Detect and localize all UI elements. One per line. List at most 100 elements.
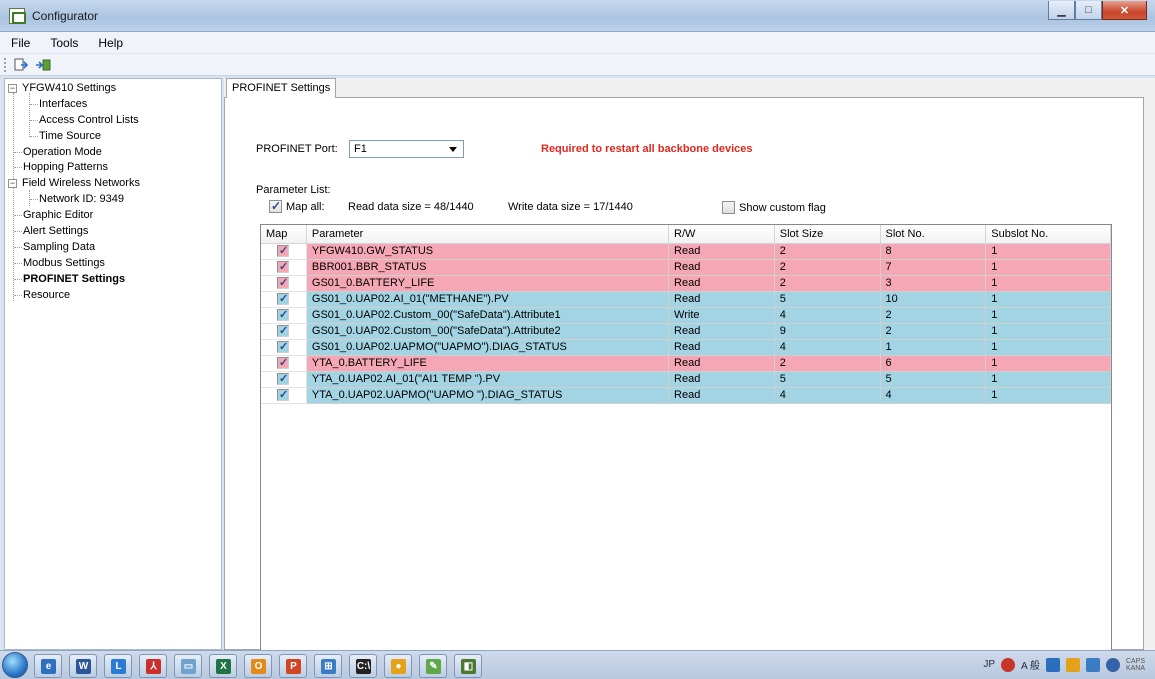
parameter-cell[interactable]: GS01_0.UAP02.Custom_00("SafeData").Attri…	[306, 308, 670, 324]
menu-tools[interactable]: Tools	[47, 34, 81, 52]
map-cell[interactable]	[261, 388, 307, 404]
taskbar-item[interactable]: W	[69, 654, 97, 678]
tree-item-hopping-patterns[interactable]: Hopping Patterns	[23, 160, 108, 175]
map-cell[interactable]	[261, 260, 307, 276]
slot-size-cell[interactable]: 4	[774, 340, 881, 356]
rw-cell[interactable]: Read	[669, 340, 775, 356]
header-slot-size[interactable]: Slot Size	[775, 225, 881, 243]
slot-no-cell[interactable]: 7	[880, 260, 987, 276]
import-button[interactable]	[13, 57, 31, 73]
rw-cell[interactable]: Write	[669, 308, 775, 324]
parameter-cell[interactable]: GS01_0.UAP02.Custom_00("SafeData").Attri…	[306, 324, 670, 340]
ime-indicator[interactable]: A 般	[1021, 657, 1040, 672]
taskbar-item[interactable]: ▭	[174, 654, 202, 678]
tree-item-operation-mode[interactable]: Operation Mode	[23, 145, 102, 160]
map-cell[interactable]	[261, 244, 307, 260]
map-cell[interactable]	[261, 292, 307, 308]
map-cell[interactable]	[261, 340, 307, 356]
slot-size-cell[interactable]: 2	[774, 356, 881, 372]
maximize-button[interactable]: □	[1075, 1, 1102, 20]
map-checkbox[interactable]	[277, 293, 289, 305]
subslot-no-cell[interactable]: 1	[986, 324, 1111, 340]
map-cell[interactable]	[261, 372, 307, 388]
map-checkbox[interactable]	[277, 373, 289, 385]
tree-item-field-wireless-networks[interactable]: − Field Wireless Networks	[8, 176, 140, 191]
slot-no-cell[interactable]: 4	[880, 388, 987, 404]
subslot-no-cell[interactable]: 1	[986, 388, 1111, 404]
collapse-icon[interactable]: −	[8, 179, 17, 188]
tree-item-sampling-data[interactable]: Sampling Data	[23, 240, 95, 255]
taskbar-item[interactable]: e	[34, 654, 62, 678]
rw-cell[interactable]: Read	[669, 324, 775, 340]
parameter-cell[interactable]: BBR001.BBR_STATUS	[306, 260, 670, 276]
tree-item-profinet-settings[interactable]: PROFINET Settings	[23, 272, 125, 287]
language-indicator[interactable]: JP	[983, 659, 995, 670]
map-checkbox[interactable]	[277, 357, 289, 369]
taskbar-item[interactable]: ◧	[454, 654, 482, 678]
tree-item-interfaces[interactable]: Interfaces	[39, 97, 87, 112]
rw-cell[interactable]: Read	[669, 356, 775, 372]
rw-cell[interactable]: Read	[669, 260, 775, 276]
tab-profinet-settings[interactable]: PROFINET Settings	[226, 78, 337, 98]
map-checkbox[interactable]	[277, 261, 289, 273]
header-rw[interactable]: R/W	[669, 225, 775, 243]
show-custom-flag-checkbox[interactable]	[722, 201, 735, 214]
header-slot-no[interactable]: Slot No.	[881, 225, 987, 243]
tree-item-network-id[interactable]: Network ID: 9349	[39, 192, 124, 207]
slot-no-cell[interactable]: 2	[880, 324, 987, 340]
slot-size-cell[interactable]: 5	[774, 372, 881, 388]
table-row[interactable]: YTA_0.BATTERY_LIFERead261	[261, 356, 1111, 372]
taskbar-item[interactable]: ⅄	[139, 654, 167, 678]
map-checkbox[interactable]	[277, 389, 289, 401]
subslot-no-cell[interactable]: 1	[986, 372, 1111, 388]
parameter-cell[interactable]: YTA_0.BATTERY_LIFE	[306, 356, 670, 372]
minimize-button[interactable]: ▁	[1048, 1, 1075, 20]
map-all-checkbox[interactable]	[269, 199, 282, 213]
taskbar-item[interactable]: ✎	[419, 654, 447, 678]
parameter-cell[interactable]: GS01_0.UAP02.AI_01("METHANE").PV	[306, 292, 670, 308]
slot-no-cell[interactable]: 2	[880, 308, 987, 324]
taskbar-item[interactable]: ●	[384, 654, 412, 678]
help-icon[interactable]	[1105, 657, 1120, 672]
tree-item-access-control-lists[interactable]: Access Control Lists	[39, 113, 139, 128]
ime-settings-icon[interactable]	[1045, 657, 1060, 672]
table-row[interactable]: BBR001.BBR_STATUSRead271	[261, 260, 1111, 276]
menu-file[interactable]: File	[8, 34, 33, 52]
header-parameter[interactable]: Parameter	[307, 225, 670, 243]
slot-no-cell[interactable]: 3	[880, 276, 987, 292]
slot-no-cell[interactable]: 1	[880, 340, 987, 356]
map-cell[interactable]	[261, 308, 307, 324]
tree-item-yfgw410-settings[interactable]: − YFGW410 Settings	[8, 81, 116, 96]
map-checkbox[interactable]	[277, 245, 289, 257]
header-subslot-no[interactable]: Subslot No.	[986, 225, 1111, 243]
rw-cell[interactable]: Read	[669, 244, 775, 260]
parameter-cell[interactable]: YTA_0.UAP02.UAPMO("UAPMO ").DIAG_STATUS	[306, 388, 670, 404]
collapse-icon[interactable]: −	[8, 84, 17, 93]
slot-size-cell[interactable]: 2	[774, 244, 881, 260]
tree-item-resource[interactable]: Resource	[23, 288, 70, 303]
map-checkbox[interactable]	[277, 325, 289, 337]
parameter-cell[interactable]: YFGW410.GW_STATUS	[306, 244, 670, 260]
rw-cell[interactable]: Read	[669, 292, 775, 308]
taskbar-item[interactable]: X	[209, 654, 237, 678]
slot-size-cell[interactable]: 4	[774, 388, 881, 404]
slot-no-cell[interactable]: 6	[880, 356, 987, 372]
subslot-no-cell[interactable]: 1	[986, 276, 1111, 292]
rw-cell[interactable]: Read	[669, 388, 775, 404]
slot-size-cell[interactable]: 2	[774, 260, 881, 276]
subslot-no-cell[interactable]: 1	[986, 308, 1111, 324]
tree-item-alert-settings[interactable]: Alert Settings	[23, 224, 88, 239]
map-checkbox[interactable]	[277, 309, 289, 321]
tree-item-modbus-settings[interactable]: Modbus Settings	[23, 256, 105, 271]
export-button[interactable]	[35, 57, 53, 73]
tree-item-time-source[interactable]: Time Source	[39, 129, 101, 144]
parameter-cell[interactable]: YTA_0.UAP02.AI_01("AI1 TEMP ").PV	[306, 372, 670, 388]
tree-item-graphic-editor[interactable]: Graphic Editor	[23, 208, 93, 223]
slot-size-cell[interactable]: 4	[774, 308, 881, 324]
taskbar-item[interactable]: O	[244, 654, 272, 678]
subslot-no-cell[interactable]: 1	[986, 292, 1111, 308]
map-checkbox[interactable]	[277, 341, 289, 353]
parameter-cell[interactable]: GS01_0.BATTERY_LIFE	[306, 276, 670, 292]
taskbar-item[interactable]: C:\	[349, 654, 377, 678]
map-checkbox[interactable]	[277, 277, 289, 289]
